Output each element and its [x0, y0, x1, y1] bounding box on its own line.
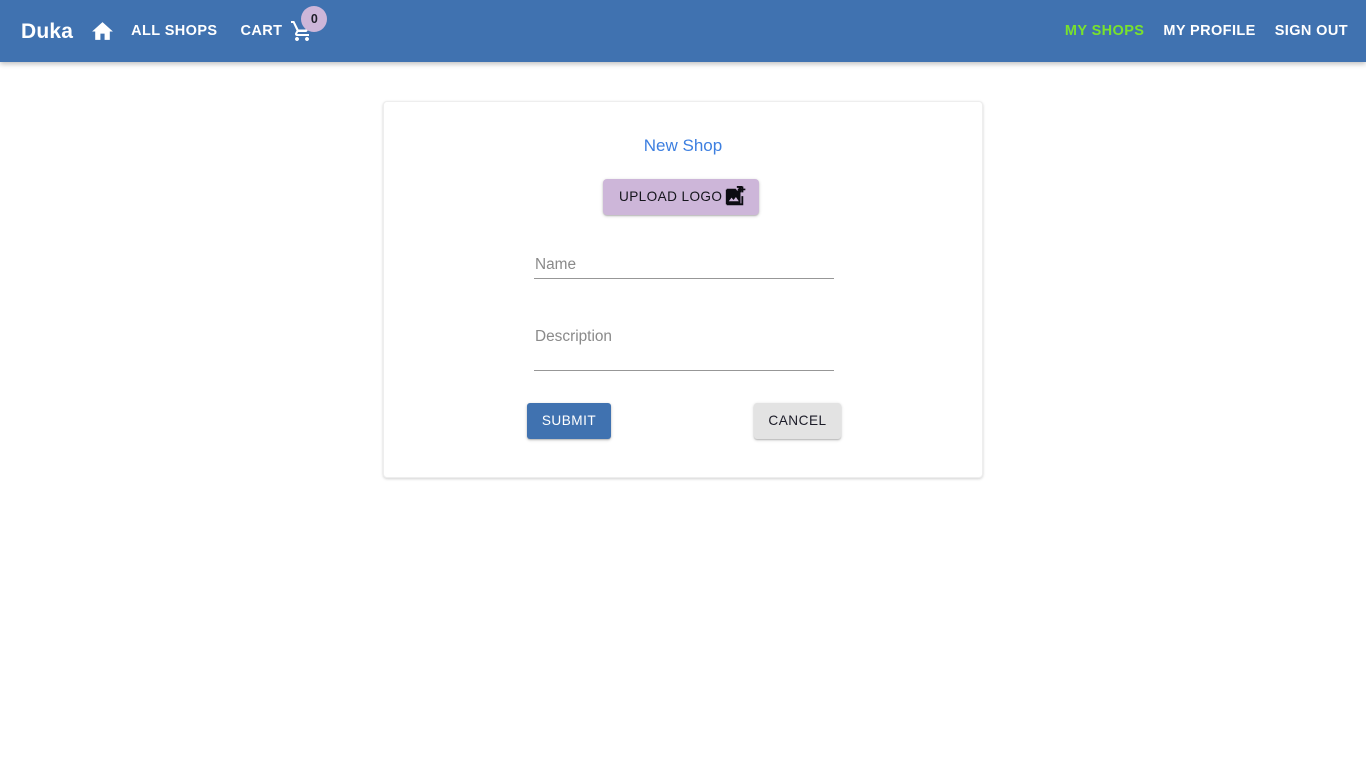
shop-name-field[interactable]: Name [534, 256, 834, 279]
brand-logo[interactable]: Duka [21, 21, 73, 42]
shop-name-underline [534, 278, 834, 279]
add-photo-alternate-icon [724, 186, 746, 208]
page-title: New Shop [643, 136, 723, 155]
shop-description-field[interactable]: Description [534, 328, 834, 371]
navbar-right-group: MY SHOPS MY PROFILE SIGN OUT [1065, 23, 1366, 39]
home-icon[interactable] [85, 14, 119, 48]
shop-description-placeholder: Description [535, 328, 612, 345]
shop-description-underline [534, 370, 834, 371]
shopping-cart-icon: 0 [290, 6, 328, 44]
top-navbar: Duka ALL SHOPS CART 0 MY SHOPS MY PROFIL… [0, 0, 1366, 62]
nav-link-my-profile[interactable]: MY PROFILE [1163, 23, 1255, 39]
cart-count-badge: 0 [301, 6, 328, 32]
nav-link-all-shops[interactable]: ALL SHOPS [131, 23, 217, 39]
new-shop-card: New Shop UPLOAD LOGO Name Description SU… [383, 101, 983, 478]
shop-name-placeholder: Name [535, 256, 577, 273]
nav-link-cart[interactable]: CART 0 [240, 6, 328, 44]
nav-link-sign-out[interactable]: SIGN OUT [1275, 23, 1348, 39]
upload-logo-button[interactable]: UPLOAD LOGO [603, 179, 760, 215]
nav-link-my-shops[interactable]: MY SHOPS [1065, 23, 1144, 39]
cart-label: CART [240, 23, 283, 39]
upload-logo-label: UPLOAD LOGO [619, 189, 723, 205]
submit-button[interactable]: SUBMIT [527, 403, 611, 439]
cancel-button[interactable]: CANCEL [754, 403, 841, 439]
navbar-left-group: Duka ALL SHOPS CART 0 [0, 6, 328, 48]
